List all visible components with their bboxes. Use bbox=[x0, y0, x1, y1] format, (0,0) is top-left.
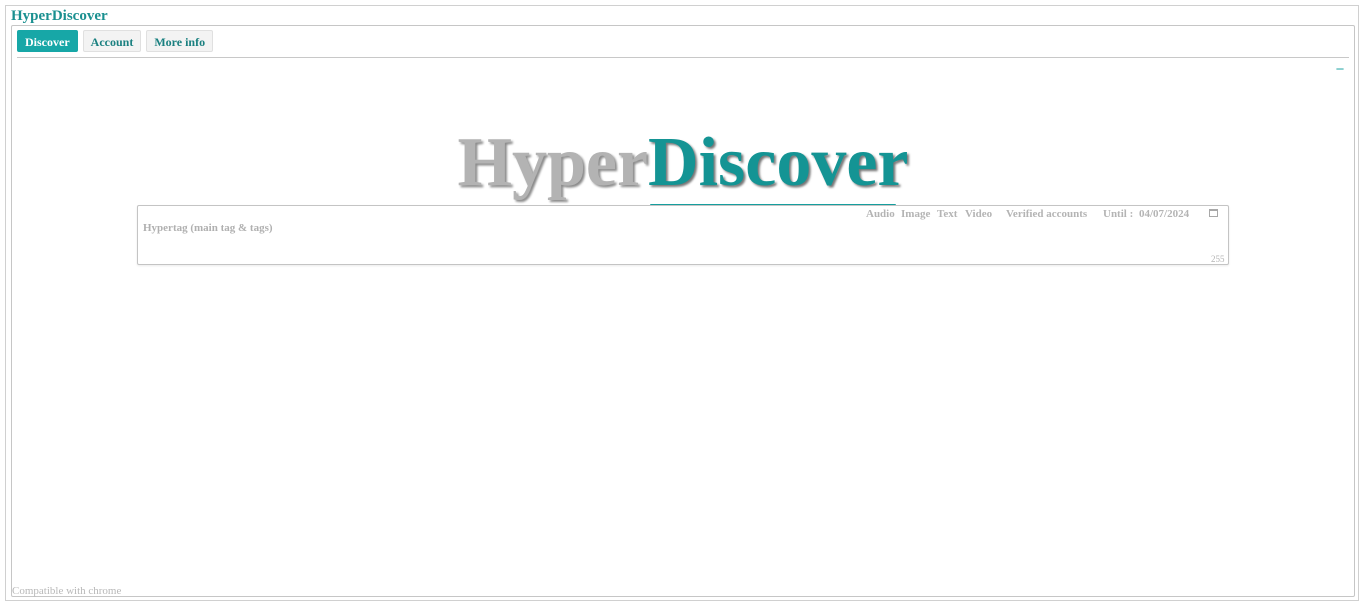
filter-verified-accounts[interactable]: Verified accounts bbox=[1006, 207, 1087, 221]
tab-more-info[interactable]: More info bbox=[146, 30, 214, 52]
logo-hyper: Hyper bbox=[457, 124, 649, 201]
logo: HyperDiscover bbox=[0, 123, 1366, 203]
logo-discover: Discover bbox=[648, 124, 909, 201]
until-date-field[interactable]: 04/07/2024 bbox=[1139, 207, 1189, 221]
tabs-divider bbox=[17, 57, 1349, 58]
collapse-button[interactable]: – bbox=[1335, 62, 1345, 76]
filter-audio[interactable]: Audio bbox=[866, 207, 895, 221]
app-title: HyperDiscover bbox=[11, 8, 108, 24]
until-label: Until : bbox=[1103, 208, 1134, 220]
main-panel bbox=[11, 25, 1355, 597]
tab-bar: Discover Account More info bbox=[17, 30, 214, 52]
tab-discover[interactable]: Discover bbox=[17, 30, 78, 52]
calendar-icon[interactable] bbox=[1209, 209, 1218, 217]
tab-account[interactable]: Account bbox=[82, 30, 142, 52]
compatibility-note: Compatible with chrome bbox=[12, 585, 122, 597]
filter-video[interactable]: Video bbox=[965, 207, 992, 221]
filter-text[interactable]: Text bbox=[937, 207, 957, 221]
hypertag-input[interactable] bbox=[143, 220, 843, 236]
search-filters: Audio Image Text Video Verified accounts… bbox=[0, 207, 1366, 221]
char-counter: 255 bbox=[1211, 254, 1225, 264]
filter-image[interactable]: Image bbox=[901, 207, 930, 221]
